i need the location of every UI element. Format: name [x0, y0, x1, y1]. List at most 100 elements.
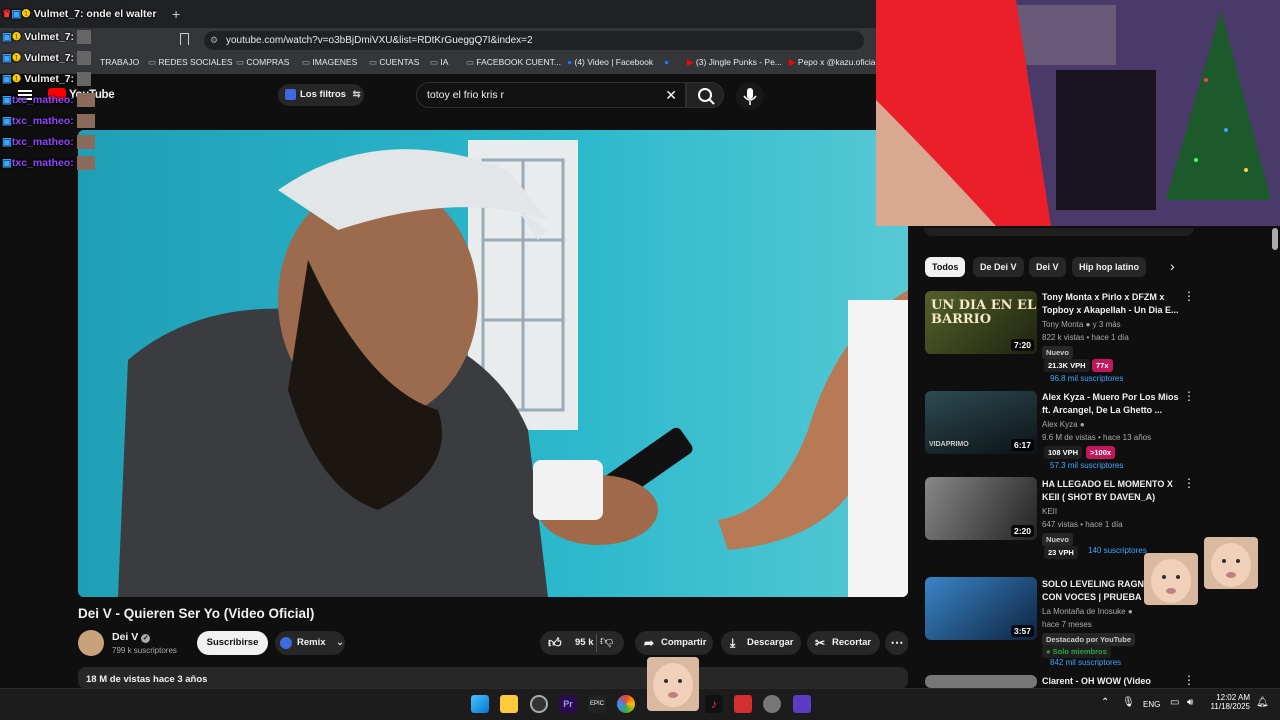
clock-time: 12:02 AM — [1216, 693, 1250, 702]
crown-icon: ♛ — [2, 8, 12, 20]
chat-message: ▣❶ Vulmet_7: — [2, 51, 91, 65]
badge-icon: ▣ — [2, 30, 12, 43]
language-indicator[interactable]: ENG — [1143, 700, 1160, 709]
chat-message: ▣txc_matheo: — [2, 156, 95, 170]
bookmark-imagenes[interactable]: ▭ IMAGENES — [302, 57, 357, 68]
network-icon[interactable]: ▭ — [1170, 697, 1179, 708]
microphone-icon — [743, 88, 757, 105]
more-vert-icon[interactable]: ⋮ — [1183, 290, 1195, 302]
rec-channel-3[interactable]: KEII — [1042, 507, 1057, 516]
chip-dei-v[interactable]: Dei V — [1029, 257, 1066, 277]
download-button[interactable]: ⤓ Descargar — [721, 631, 801, 655]
premiere-icon[interactable]: Pr — [559, 695, 577, 713]
emote-icon — [76, 72, 91, 86]
rec-channel-4[interactable]: La Montaña de Inosuke ● — [1042, 607, 1133, 616]
rec-title-5[interactable]: Clarent - OH WOW (Video — [1042, 675, 1182, 688]
rec-thumbnail-4[interactable]: 3:57 — [925, 577, 1037, 640]
windows-taskbar — [0, 688, 1280, 720]
dislike-button[interactable]: 👎︎ — [600, 633, 613, 649]
file-explorer-icon[interactable] — [500, 695, 518, 713]
facebook-icon[interactable]: ● — [664, 57, 669, 67]
rec-channel-2[interactable]: Alex Kyza ● — [1042, 420, 1085, 429]
rec-title-1[interactable]: Tony Monta x Pirlo x DFZM x Topboy x Aka… — [1042, 291, 1182, 317]
video-player[interactable] — [78, 130, 908, 597]
voice-search-button[interactable] — [736, 82, 764, 110]
rec-thumbnail-3[interactable]: 2:20 — [925, 477, 1037, 540]
rec-title-2[interactable]: Alex Kyza - Muero Por Los Mios ft. Arcan… — [1042, 391, 1182, 417]
filters-button[interactable]: Los filtros ⇆ — [278, 84, 364, 106]
chip-hip-hop-latino[interactable]: Hip hop latino — [1072, 257, 1146, 277]
rec-channel-1[interactable]: Tony Monta ● y 3 más — [1042, 320, 1121, 329]
search-icon — [698, 88, 715, 105]
channel-avatar[interactable] — [78, 630, 104, 656]
chip-todos[interactable]: Todos — [925, 257, 966, 277]
chat-username: txc_matheo: — [11, 93, 74, 106]
recorder-icon[interactable] — [734, 695, 752, 713]
volume-icon[interactable]: 🔊︎ — [1187, 697, 1193, 708]
epic-games-icon[interactable]: EPIC — [588, 695, 606, 713]
chip-de-dei-v[interactable]: De Dei V — [973, 257, 1024, 277]
bookmark-cuentas[interactable]: ▭ CUENTAS — [369, 57, 419, 68]
rec-thumbnail-2[interactable]: VIDAPRIMO 6:17 — [925, 391, 1037, 454]
scrollbar-thumb[interactable] — [1272, 228, 1278, 250]
subscribe-button[interactable]: Suscribirse — [197, 631, 268, 655]
thumb-overlay-text: VIDAPRIMO — [929, 441, 969, 448]
search-button[interactable] — [686, 82, 724, 108]
more-vert-icon[interactable]: ⋮ — [1183, 390, 1195, 402]
url-text: youtube.com/watch?v=o3bBjDmiVXU&list=RDt… — [226, 35, 533, 46]
settings-icon[interactable] — [763, 695, 781, 713]
chat-message: ▣❶ Vulmet_7: — [2, 30, 91, 44]
bookmark-ia[interactable]: ▭ IA — [430, 57, 448, 68]
chevron-right-icon[interactable]: › — [1170, 258, 1175, 274]
rec-meta-3: 647 vistas • hace 1 día — [1042, 520, 1123, 529]
bookmark-trabajo[interactable]: TRABAJO — [100, 57, 139, 67]
chat-message: ▣txc_matheo: — [2, 93, 95, 107]
start-button-icon[interactable] — [471, 695, 489, 713]
bookmark-compras[interactable]: ▭ COMPRAS — [236, 57, 289, 68]
rec-thumbnail-5[interactable] — [925, 675, 1037, 688]
bookmark-facebook-cuent[interactable]: ▭ FACEBOOK CUENT... — [466, 57, 561, 68]
app-icon[interactable] — [793, 695, 811, 713]
emote-icon — [76, 156, 95, 170]
site-info-icon[interactable]: ⚙ — [210, 31, 218, 50]
rec-subs-4: 842 mil suscriptores — [1050, 658, 1122, 667]
more-vert-icon[interactable]: ⋮ — [1183, 674, 1195, 686]
chrome-icon[interactable] — [617, 695, 635, 713]
more-vert-icon[interactable]: ⋮ — [1183, 477, 1195, 489]
bookmark-redes[interactable]: ▭ REDES SOCIALES — [148, 57, 233, 68]
rec-thumbnail-1[interactable]: UN DIA EN EL BARRIO 7:20 — [925, 291, 1037, 354]
channel-name[interactable]: Dei V ✓ — [112, 631, 151, 643]
tray-chevron-icon[interactable]: ⌃ — [1101, 697, 1109, 708]
remix-icon — [280, 637, 292, 649]
rec-subs-1: 96.8 mil suscriptores — [1050, 374, 1124, 383]
rec-meta-4: hace 7 meses — [1042, 620, 1092, 629]
tiktok-icon[interactable]: ♪ — [705, 695, 723, 713]
clock[interactable]: 12:02 AM 11/18/2025 — [1210, 693, 1250, 711]
obs-icon[interactable] — [530, 695, 548, 713]
new-tab-button[interactable]: + — [172, 6, 180, 22]
notification-bell-icon[interactable]: 🔔︎ — [1256, 697, 1269, 708]
scissors-icon: ✂ — [815, 636, 826, 650]
bookmark-star-icon[interactable] — [180, 33, 189, 45]
folder-icon: ▭ — [302, 57, 313, 67]
emote-icon — [76, 30, 91, 44]
rec-title-3[interactable]: HA LLEGADO EL MOMENTO X KEII ( SHOT BY D… — [1042, 478, 1182, 504]
vph-badge: 108 VPH — [1044, 446, 1083, 459]
description-box[interactable]: 18 M de vistas hace 3 años — [78, 667, 908, 689]
url-field[interactable]: ⚙ youtube.com/watch?v=o3bBjDmiVXU&list=R… — [204, 31, 864, 50]
emote-icon — [76, 93, 95, 107]
search-input[interactable]: totoy el frio kris r ✕ — [416, 82, 686, 108]
badge-icon: ▣ — [2, 51, 12, 64]
bookmark-pepo[interactable]: ▶ Pepo x @kazu.oficia... — [789, 57, 883, 68]
rec-subs-2: 57.3 mil suscriptores — [1050, 461, 1124, 470]
remix-button[interactable]: Remix ⌄ — [275, 631, 345, 655]
vph-multiplier: 77x — [1092, 359, 1113, 372]
bookmark-facebook-video[interactable]: ● (4) Video | Facebook — [567, 57, 653, 67]
bookmark-jingle-punks[interactable]: ▶ (3) Jingle Punks - Pe... — [687, 57, 782, 68]
clip-button[interactable]: ✂ Recortar — [807, 631, 880, 655]
clear-search-icon[interactable]: ✕ — [665, 83, 677, 107]
vph-badge: 21.3K VPH — [1044, 359, 1090, 372]
share-button[interactable]: ➦ Compartir — [635, 631, 713, 655]
more-actions-button[interactable]: ⋯ — [885, 631, 909, 655]
microphone-tray-icon[interactable]: 🎙︎ — [1122, 697, 1135, 708]
